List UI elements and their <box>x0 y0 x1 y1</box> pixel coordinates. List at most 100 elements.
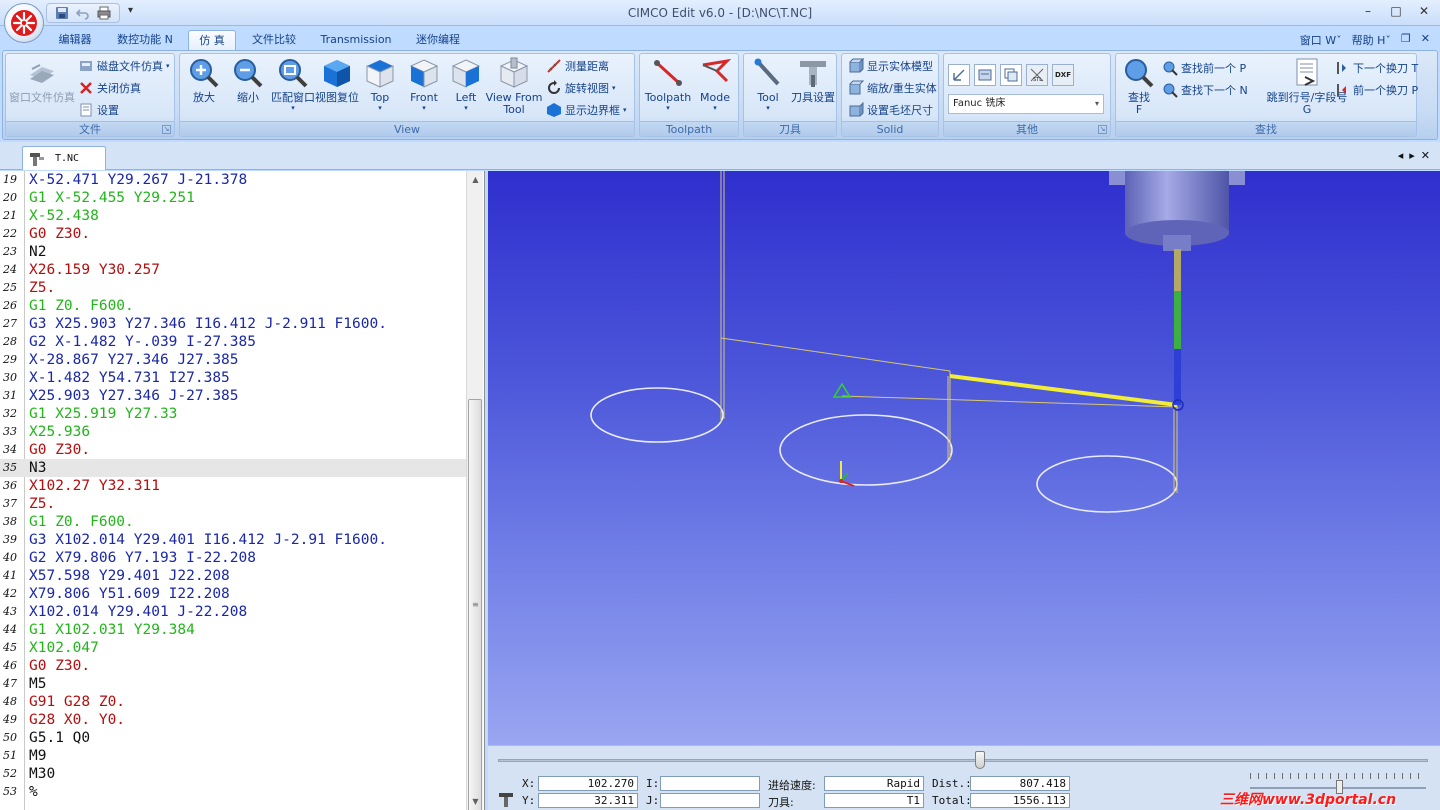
view-left-label: Left <box>455 91 477 104</box>
find-prev-button[interactable]: 查找前一个 P <box>1162 59 1246 77</box>
find-button[interactable]: 查找 F <box>1120 57 1158 116</box>
tab-editor[interactable]: 编辑器 <box>50 30 100 50</box>
stl-export-button[interactable]: STL <box>1026 64 1048 86</box>
code-line[interactable]: 21 X-52.438 <box>0 207 466 225</box>
code-line[interactable]: 47 M5 <box>0 675 466 693</box>
zoom-regen-solid-button[interactable]: 缩放/重生实体 <box>848 79 937 97</box>
view-from-tool-button[interactable]: View From Tool <box>486 57 542 116</box>
view-front-button[interactable]: Front ▾ <box>404 57 444 112</box>
mode-button[interactable]: Mode ▾ <box>694 57 736 112</box>
code-line[interactable]: 20 G1 X-52.455 Y29.251 <box>0 189 466 207</box>
tab-simulation[interactable]: 仿 真 <box>188 30 236 50</box>
code-line[interactable]: 42 X79.806 Y51.609 I22.208 <box>0 585 466 603</box>
code-line[interactable]: 51 M9 <box>0 747 466 765</box>
view-left-button[interactable]: Left ▾ <box>448 57 484 112</box>
close-document-button[interactable]: ✕ <box>1421 32 1430 48</box>
zoom-out-button[interactable]: 缩小 <box>228 57 268 104</box>
tab-mini-programming[interactable]: 迷你编程 <box>408 30 468 50</box>
code-line[interactable]: 36 X102.27 Y32.311 <box>0 477 466 495</box>
fit-window-button[interactable]: 匹配窗口 ▾ <box>270 57 316 112</box>
hole-circle-2 <box>779 414 953 486</box>
code-line[interactable]: 19 X-52.471 Y29.267 J-21.378 <box>0 171 466 189</box>
code-line[interactable]: 25 Z5. <box>0 279 466 297</box>
help-menu[interactable]: 帮助 Hˇ <box>1352 32 1391 48</box>
close-sim-button[interactable]: 关闭仿真 <box>78 79 141 97</box>
code-line[interactable]: 41 X57.598 Y29.401 J22.208 <box>0 567 466 585</box>
view-reset-button[interactable]: 视图复位 <box>315 57 359 104</box>
backplot-button[interactable] <box>974 64 996 86</box>
toolpath-button[interactable]: Toolpath ▾ <box>644 57 692 112</box>
window-file-sim-button[interactable]: 窗口文件仿真 <box>9 57 75 104</box>
code-line[interactable]: 34 G0 Z30. <box>0 441 466 459</box>
code-line[interactable]: 53% <box>0 783 466 801</box>
code-line[interactable]: 29 X-28.867 Y27.346 J27.385 <box>0 351 466 369</box>
tab-transmission[interactable]: Transmission <box>314 30 398 50</box>
axes-button[interactable] <box>948 64 970 86</box>
tool-button[interactable]: Tool ▾ <box>748 57 788 112</box>
code-line[interactable]: 23 N2 <box>0 243 466 261</box>
window-layout-button[interactable] <box>1000 64 1022 86</box>
stock-size-button[interactable]: 设置毛坯尺寸 <box>848 101 933 119</box>
toolpath-dropdown-icon: ▾ <box>666 104 670 112</box>
other-group-launcher[interactable]: ↘ <box>1098 125 1107 134</box>
simulation-progress-thumb[interactable] <box>975 751 985 769</box>
find-next-button[interactable]: 查找下一个 N <box>1162 81 1248 99</box>
sim-settings-button[interactable]: 设置 <box>78 101 119 119</box>
dxf-export-button[interactable]: DXF <box>1052 64 1074 86</box>
code-line[interactable]: 28 G2 X-1.482 Y-.039 I-27.385 <box>0 333 466 351</box>
tool-settings-button[interactable]: 刀具设置 <box>790 57 836 104</box>
zoom-in-button[interactable]: 放大 <box>184 57 224 104</box>
code-line[interactable]: 48 G91 G28 Z0. <box>0 693 466 711</box>
tab-nc-functions[interactable]: 数控功能 N <box>108 30 182 50</box>
file-group-launcher[interactable]: ↘ <box>162 125 171 134</box>
code-line[interactable]: 39 G3 X102.014 Y29.401 I16.412 J-2.91 F16… <box>0 531 466 549</box>
code-line[interactable]: 40 G2 X79.806 Y7.193 I-22.208 <box>0 549 466 567</box>
close-button[interactable]: ✕ <box>1416 4 1432 18</box>
measure-distance-button[interactable]: 测量距离 <box>546 57 609 75</box>
window-menu[interactable]: 窗口 Wˇ <box>1300 32 1342 48</box>
code-line[interactable]: 37 Z5. <box>0 495 466 513</box>
application-menu-button[interactable] <box>4 3 44 43</box>
document-tab[interactable]: T.NC <box>22 146 106 170</box>
code-line[interactable]: 35 N3 <box>0 459 466 477</box>
code-line[interactable]: 31 X25.903 Y27.346 J-27.385 <box>0 387 466 405</box>
code-line[interactable]: 44 G1 X102.031 Y29.384 <box>0 621 466 639</box>
simulation-viewport[interactable] <box>488 171 1440 745</box>
view-top-button[interactable]: Top ▾ <box>362 57 398 112</box>
code-line[interactable]: 24 X26.159 Y30.257 <box>0 261 466 279</box>
machine-select[interactable]: Fanuc 铣床 ▾ <box>948 94 1104 114</box>
code-line[interactable]: 26 G1 Z0. F600. <box>0 297 466 315</box>
simulation-progress-track[interactable] <box>498 759 1428 762</box>
code-line[interactable]: 30 X-1.482 Y54.731 I27.385 <box>0 369 466 387</box>
tab-file-compare[interactable]: 文件比较 <box>244 30 304 50</box>
code-line[interactable]: 50 G5.1 Q0 <box>0 729 466 747</box>
vertical-scrollbar[interactable]: ▲ ≡ ▼ <box>466 171 483 810</box>
code-editor[interactable]: 19 X-52.471 Y29.267 J-21.378 20 G1 X-52.455… <box>0 171 485 810</box>
code-line[interactable]: 52 M30 <box>0 765 466 783</box>
disk-file-sim-button[interactable]: 磁盘文件仿真 ▾ <box>78 57 170 75</box>
scrollbar-thumb[interactable]: ≡ <box>468 399 482 810</box>
scroll-down-arrow[interactable]: ▼ <box>467 793 484 810</box>
next-tool-change-button[interactable]: 下一个换刀 T <box>1334 59 1418 77</box>
code-line[interactable]: 32 G1 X25.919 Y27.33 <box>0 405 466 423</box>
minimize-button[interactable]: – <box>1360 4 1376 18</box>
doc-prev-button[interactable]: ◂ <box>1398 149 1404 162</box>
code-line[interactable]: 45 X102.047 <box>0 639 466 657</box>
prev-tool-change-button[interactable]: 前一个换刀 P <box>1334 81 1418 99</box>
maximize-button[interactable]: □ <box>1388 4 1404 18</box>
scroll-up-arrow[interactable]: ▲ <box>467 171 484 188</box>
code-line[interactable]: 49 G28 X0. Y0. <box>0 711 466 729</box>
doc-next-button[interactable]: ▸ <box>1409 149 1415 162</box>
code-line[interactable]: 22 G0 Z30. <box>0 225 466 243</box>
code-line[interactable]: 43 X102.014 Y29.401 J-22.208 <box>0 603 466 621</box>
show-solid-button[interactable]: 显示实体模型 <box>848 57 933 75</box>
code-line[interactable]: 27 G3 X25.903 Y27.346 I16.412 J-2.911 F16… <box>0 315 466 333</box>
code-line[interactable]: 46 G0 Z30. <box>0 657 466 675</box>
rotate-view-button[interactable]: 旋转视图 ▾ <box>546 79 616 97</box>
restore-document-button[interactable]: ❐ <box>1401 32 1411 48</box>
code-text: Z5. <box>29 496 56 512</box>
doc-close-button[interactable]: ✕ <box>1421 149 1430 162</box>
show-bounds-button[interactable]: 显示边界框 ▾ <box>546 101 627 119</box>
code-line[interactable]: 33 X25.936 <box>0 423 466 441</box>
code-line[interactable]: 38 G1 Z0. F600. <box>0 513 466 531</box>
